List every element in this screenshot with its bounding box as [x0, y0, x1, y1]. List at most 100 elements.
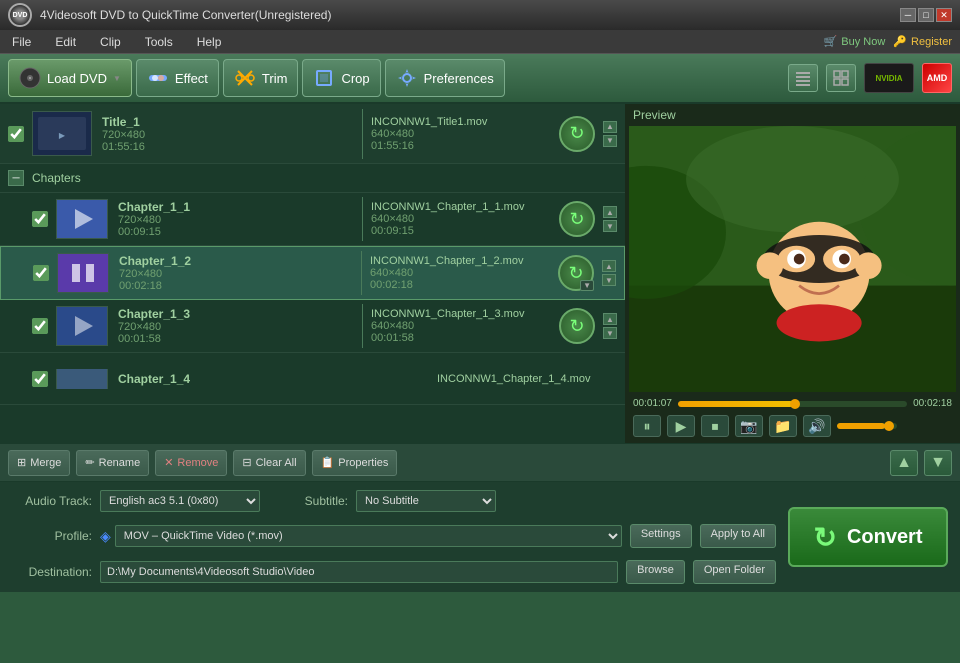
- time-current: 00:01:07: [633, 398, 672, 409]
- audio-track-select[interactable]: English ac3 5.1 (0x80): [100, 490, 260, 512]
- chapter-2-arrow-down[interactable]: ▼: [602, 274, 616, 286]
- chapter-1-thumbnail: [56, 199, 108, 239]
- profile-row: Profile: ◈ MOV – QuickTime Video (*.mov)…: [12, 524, 776, 548]
- maximize-button[interactable]: □: [918, 8, 934, 22]
- chapter-4-checkbox[interactable]: [32, 371, 48, 387]
- chapter-3-checkbox[interactable]: [32, 318, 48, 334]
- buy-now-button[interactable]: 🛒 Buy Now: [824, 35, 886, 48]
- settings-button[interactable]: Settings: [630, 524, 692, 548]
- title-convert-icon[interactable]: ↻: [559, 116, 595, 152]
- chapter-3-arrow-down[interactable]: ▼: [603, 327, 617, 339]
- menu-help[interactable]: Help: [193, 33, 226, 51]
- menubar-right: 🛒 Buy Now 🔑 Register: [824, 35, 952, 48]
- dropdown-arrow-icon[interactable]: ▼: [580, 280, 594, 291]
- clear-all-button[interactable]: ⊟ Clear All: [233, 450, 305, 476]
- chapter-row-4[interactable]: Chapter_1_4 INCONNW1_Chapter_1_4.mov: [0, 353, 625, 405]
- move-up-button[interactable]: ▲: [890, 450, 918, 476]
- open-folder-button[interactable]: Open Folder: [693, 560, 776, 584]
- bottom-area: Audio Track: English ac3 5.1 (0x80) Subt…: [0, 482, 960, 592]
- list-view-button[interactable]: [788, 64, 818, 92]
- crop-button[interactable]: Crop: [302, 59, 380, 97]
- title-checkbox[interactable]: [8, 126, 24, 142]
- chapters-expand-button[interactable]: ─: [8, 170, 24, 186]
- title-arrow-up[interactable]: ▲: [603, 121, 617, 133]
- progress-thumb: [790, 399, 800, 409]
- chapter-3-convert-icon[interactable]: ↻: [559, 308, 595, 344]
- preview-video: [629, 126, 956, 392]
- destination-input[interactable]: [100, 561, 618, 583]
- title-arrow-down[interactable]: ▼: [603, 135, 617, 147]
- menu-edit[interactable]: Edit: [51, 33, 80, 51]
- chapter-3-output: INCONNW1_Chapter_1_3.mov 640×480 00:01:5…: [371, 308, 551, 344]
- remove-button[interactable]: ✕ Remove: [155, 450, 227, 476]
- preferences-button[interactable]: Preferences: [385, 59, 505, 97]
- trim-button[interactable]: Trim: [223, 59, 299, 97]
- pencil-icon: ✏: [85, 456, 94, 469]
- rename-button[interactable]: ✏ Rename: [76, 450, 149, 476]
- chapter-2-arrow-up[interactable]: ▲: [602, 260, 616, 272]
- dvd-icon: [19, 67, 41, 89]
- chapter-row-1[interactable]: Chapter_1_1 720×480 00:09:15 INCONNW1_Ch…: [0, 193, 625, 246]
- pause-button[interactable]: ⏸: [633, 415, 661, 437]
- chapter-row-3[interactable]: Chapter_1_3 720×480 00:01:58 INCONNW1_Ch…: [0, 300, 625, 353]
- properties-icon: 📋: [321, 456, 335, 469]
- bottom-left: Audio Track: English ac3 5.1 (0x80) Subt…: [12, 490, 776, 584]
- progress-bar[interactable]: [678, 401, 907, 407]
- chapter-1-arrow-up[interactable]: ▲: [603, 206, 617, 218]
- chapter-3-arrow-up[interactable]: ▲: [603, 313, 617, 325]
- preview-controls: 00:01:07 00:02:18 ⏸ ▶ ⏹ 📷 📁 🔊: [625, 392, 960, 443]
- subtitle-select[interactable]: No Subtitle: [356, 490, 496, 512]
- chapter-1-arrow-down[interactable]: ▼: [603, 220, 617, 232]
- toolbar-right: NVIDIA AMD: [788, 63, 952, 93]
- screenshot-button[interactable]: 📷: [735, 415, 763, 437]
- chapter-2-convert-icon[interactable]: ↻ ▼: [558, 255, 594, 291]
- move-down-button[interactable]: ▼: [924, 450, 952, 476]
- chapter-2-checkbox[interactable]: [33, 265, 49, 281]
- nvidia-badge: NVIDIA: [864, 63, 914, 93]
- chapter-1-arrows: ▲ ▼: [603, 206, 617, 232]
- load-dvd-button[interactable]: Load DVD ▼: [8, 59, 132, 97]
- apply-to-all-button[interactable]: Apply to All: [700, 524, 776, 548]
- title-output-info: INCONNW1_Title1.mov 640×480 01:55:16: [371, 116, 551, 152]
- chapter-1-output: INCONNW1_Chapter_1_1.mov 640×480 00:09:1…: [371, 201, 551, 237]
- profile-select[interactable]: MOV – QuickTime Video (*.mov): [115, 525, 622, 547]
- stop-button[interactable]: ⏹: [701, 415, 729, 437]
- play-button[interactable]: ▶: [667, 415, 695, 437]
- volume-button[interactable]: 🔊: [803, 415, 831, 437]
- titlebar-title: 4Videosoft DVD to QuickTime Converter(Un…: [40, 8, 331, 22]
- time-bar: 00:01:07 00:02:18: [633, 398, 952, 409]
- title-thumbnail: ▶: [32, 111, 92, 156]
- menu-tools[interactable]: Tools: [141, 33, 177, 51]
- convert-button[interactable]: ↻ Convert: [788, 507, 948, 567]
- volume-fill: [837, 423, 885, 429]
- load-dvd-dropdown-arrow[interactable]: ▼: [113, 74, 121, 83]
- menubar-left: File Edit Clip Tools Help: [8, 33, 225, 51]
- properties-button[interactable]: 📋 Properties: [312, 450, 398, 476]
- chapter-2-arrows: ▲ ▼: [602, 260, 616, 286]
- svg-text:▶: ▶: [59, 131, 66, 140]
- grid-view-button[interactable]: [826, 64, 856, 92]
- chapter-row-2[interactable]: Chapter_1_2 720×480 00:02:18 INCONNW1_Ch…: [0, 246, 625, 300]
- title-row[interactable]: ▶ Title_1 720×480 01:55:16 INCONNW1_Titl…: [0, 104, 625, 164]
- amd-badge: AMD: [922, 63, 952, 93]
- time-total: 00:02:18: [913, 398, 952, 409]
- main-content: ▶ Title_1 720×480 01:55:16 INCONNW1_Titl…: [0, 104, 960, 444]
- browse-button[interactable]: Browse: [626, 560, 685, 584]
- subtitle-label: Subtitle:: [268, 494, 348, 508]
- convert-spin-icon: ↻: [813, 521, 836, 554]
- menu-clip[interactable]: Clip: [96, 33, 125, 51]
- chapter-1-checkbox[interactable]: [32, 211, 48, 227]
- profile-label: Profile:: [12, 529, 92, 543]
- minimize-button[interactable]: ─: [900, 8, 916, 22]
- volume-bar[interactable]: [837, 423, 897, 429]
- folder-button[interactable]: 📁: [769, 415, 797, 437]
- menu-file[interactable]: File: [8, 33, 35, 51]
- chapters-header: ─ Chapters: [0, 164, 625, 193]
- effect-button[interactable]: Effect: [136, 59, 219, 97]
- register-button[interactable]: 🔑 Register: [893, 35, 952, 48]
- close-button[interactable]: ✕: [936, 8, 952, 22]
- destination-row: Destination: Browse Open Folder: [12, 560, 776, 584]
- chapter-1-convert-icon[interactable]: ↻: [559, 201, 595, 237]
- menubar: File Edit Clip Tools Help 🛒 Buy Now 🔑 Re…: [0, 30, 960, 54]
- merge-button[interactable]: ⊞ Merge: [8, 450, 70, 476]
